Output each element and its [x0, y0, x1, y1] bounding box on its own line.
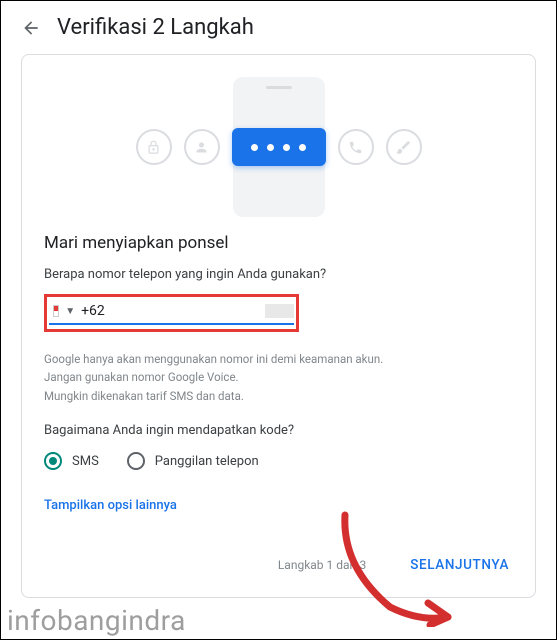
password-pill-icon: [232, 128, 326, 166]
step-indicator: Langkab 1 dari 3: [278, 558, 366, 572]
hint-line-2: Jangan gunakan nomor Google Voice.: [44, 368, 513, 386]
watermark: infobangindra: [7, 604, 186, 637]
person-icon: [184, 129, 220, 165]
page-title: Verifikasi 2 Langkah: [57, 15, 254, 40]
phone-input-row: ▼: [49, 299, 294, 325]
country-dropdown-caret[interactable]: ▼: [65, 306, 75, 317]
radio-option-sms[interactable]: SMS: [44, 452, 99, 470]
radio-group: SMS Panggilan telepon: [44, 452, 513, 470]
radio-call-label: Panggilan telepon: [155, 454, 259, 469]
hint-text: Google hanya akan menggunakan nomor ini …: [44, 350, 513, 405]
radio-sms-label: SMS: [72, 454, 99, 469]
method-question: Bagaimana Anda ingin mendapatkan kode?: [44, 423, 513, 438]
setup-card: Mari menyiapkan ponsel Berapa nomor tele…: [21, 54, 536, 598]
phone-question: Berapa nomor telepon yang ingin Anda gun…: [44, 267, 513, 282]
hint-line-3: Mungkin dikenakan tarif SMS dan data.: [44, 387, 513, 405]
arrow-left-icon: [21, 18, 41, 38]
section-heading: Mari menyiapkan ponsel: [44, 233, 513, 253]
country-flag-indonesia[interactable]: [53, 305, 59, 317]
phone-number-input[interactable]: [81, 303, 259, 319]
next-button[interactable]: SELANJUTNYA: [406, 551, 513, 579]
illustration: [44, 77, 513, 217]
show-more-options-link[interactable]: Tampilkan opsi lainnya: [44, 498, 177, 513]
censored-number: [265, 304, 294, 318]
phone-input-highlight: ▼: [44, 294, 299, 332]
radio-option-call[interactable]: Panggilan telepon: [127, 452, 259, 470]
card-footer: Langkab 1 dari 3 SELANJUTNYA: [44, 551, 513, 579]
phone-icon: [338, 129, 374, 165]
key-icon: [386, 129, 422, 165]
hint-line-1: Google hanya akan menggunakan nomor ini …: [44, 350, 513, 368]
page-header: Verifikasi 2 Langkah: [1, 1, 556, 54]
radio-call[interactable]: [127, 452, 145, 470]
radio-sms[interactable]: [44, 452, 62, 470]
lock-icon: [136, 129, 172, 165]
back-button[interactable]: [21, 18, 41, 38]
